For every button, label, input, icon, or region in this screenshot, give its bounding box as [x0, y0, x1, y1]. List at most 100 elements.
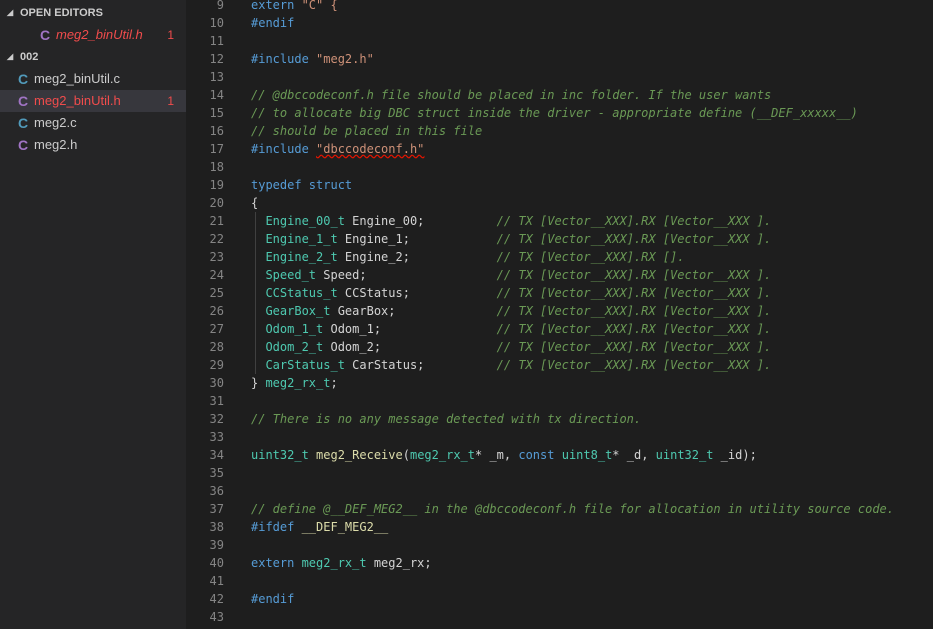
- c-file-icon: C: [18, 137, 29, 153]
- open-editor-item[interactable]: C meg2_binUtil.h 1: [0, 24, 186, 46]
- code-text: Engine_2_t Engine_2; // TX [Vector__XXX]…: [251, 248, 684, 266]
- line-number: 40: [209, 556, 224, 570]
- line-number: 17: [209, 142, 224, 156]
- code-text: Engine_00_t Engine_00; // TX [Vector__XX…: [251, 212, 771, 230]
- code-line[interactable]: 36: [186, 482, 933, 500]
- code-line[interactable]: 29 CarStatus_t CarStatus; // TX [Vector_…: [186, 356, 933, 374]
- line-number: 38: [209, 520, 224, 534]
- problem-count-badge: 1: [167, 94, 174, 108]
- file-item-selected[interactable]: C meg2_binUtil.h 1: [0, 90, 186, 112]
- file-name: meg2.c: [34, 115, 77, 130]
- code-line[interactable]: 25 CCStatus_t CCStatus; // TX [Vector__X…: [186, 284, 933, 302]
- code-text: // @dbccodeconf.h file should be placed …: [251, 86, 771, 104]
- code-line[interactable]: 41: [186, 572, 933, 590]
- open-editors-title: OPEN EDITORS: [20, 7, 103, 19]
- file-item[interactable]: C meg2.h: [0, 134, 186, 156]
- folder-header[interactable]: ◢ 002: [0, 46, 186, 68]
- code-text: #include "dbccodeconf.h": [251, 140, 424, 158]
- code-line[interactable]: 42 #endif: [186, 590, 933, 608]
- line-number: 42: [209, 592, 224, 606]
- code-token: // TX [Vector__XXX].RX [Vector__XXX ].: [496, 358, 772, 372]
- code-line[interactable]: 18: [186, 158, 933, 176]
- c-file-icon: C: [18, 93, 29, 109]
- code-token: }: [251, 376, 266, 390]
- code-token: Engine_2_t: [265, 250, 338, 264]
- code-token: CCStatus;: [337, 286, 497, 300]
- code-line[interactable]: 30} meg2_rx_t;: [186, 374, 933, 392]
- code-text: Odom_2_t Odom_2; // TX [Vector__XXX].RX …: [251, 338, 771, 356]
- code-line[interactable]: 12 #include "meg2.h": [186, 50, 933, 68]
- line-number: 12: [209, 52, 224, 66]
- code-line[interactable]: 28 Odom_2_t Odom_2; // TX [Vector__XXX].…: [186, 338, 933, 356]
- line-number: 32: [209, 412, 224, 426]
- code-token: Engine_00_t: [265, 214, 345, 228]
- line-number: 39: [209, 538, 224, 552]
- file-item[interactable]: C meg2_binUtil.c: [0, 68, 186, 90]
- code-line[interactable]: 13: [186, 68, 933, 86]
- code-line[interactable]: 10 #endif: [186, 14, 933, 32]
- code-line[interactable]: 35: [186, 464, 933, 482]
- line-number: 11: [209, 34, 224, 48]
- code-token: meg2_Receive: [316, 448, 403, 462]
- line-number: 10: [209, 16, 224, 30]
- code-line[interactable]: 9 extern "C" {: [186, 0, 933, 14]
- code-token: Speed;: [316, 268, 497, 282]
- code-token: meg2_rx;: [366, 556, 432, 570]
- collapse-triangle-icon[interactable]: ◢: [7, 2, 13, 24]
- code-line[interactable]: 15 // to allocate big DBC struct inside t…: [186, 104, 933, 122]
- line-number: 35: [209, 466, 224, 480]
- code-token: #include: [251, 52, 317, 66]
- code-text: extern meg2_rx_t meg2_rx;: [251, 554, 432, 572]
- code-text: // There is no any message detected with…: [251, 410, 641, 428]
- code-editor[interactable]: 9 extern "C" {10 #endif 11 12 #include "meg2.…: [186, 0, 933, 629]
- code-line[interactable]: 31: [186, 392, 933, 410]
- code-line[interactable]: 32 // There is no any message detected wi…: [186, 410, 933, 428]
- line-number: 13: [209, 70, 224, 84]
- code-line[interactable]: 24 Speed_t Speed; // TX [Vector__XXX].RX…: [186, 266, 933, 284]
- code-line[interactable]: 21 Engine_00_t Engine_00; // TX [Vector_…: [186, 212, 933, 230]
- code-line[interactable]: 40 extern meg2_rx_t meg2_rx;: [186, 554, 933, 572]
- code-text: Odom_1_t Odom_1; // TX [Vector__XXX].RX …: [251, 320, 771, 338]
- collapse-triangle-icon[interactable]: ◢: [7, 46, 13, 68]
- code-line[interactable]: 26 GearBox_t GearBox; // TX [Vector__XXX…: [186, 302, 933, 320]
- line-number: 30: [209, 376, 224, 390]
- code-line[interactable]: 16 // should be placed in this file: [186, 122, 933, 140]
- code-line[interactable]: 34 uint32_t meg2_Receive(meg2_rx_t* _m, c…: [186, 446, 933, 464]
- code-token: Engine_00;: [344, 214, 497, 228]
- code-text: typedef struct: [251, 176, 352, 194]
- open-editors-header[interactable]: ◢ OPEN EDITORS: [0, 2, 186, 24]
- code-line[interactable]: 23 Engine_2_t Engine_2; // TX [Vector__X…: [186, 248, 933, 266]
- code-line[interactable]: 17 #include "dbccodeconf.h": [186, 140, 933, 158]
- code-line[interactable]: 11: [186, 32, 933, 50]
- code-token: // TX [Vector__XXX].RX [Vector__XXX ].: [496, 286, 772, 300]
- line-number: 15: [209, 106, 224, 120]
- code-line[interactable]: 37 // define @__DEF_MEG2__ in the @dbccod…: [186, 500, 933, 518]
- code-line[interactable]: 14 // @dbccodeconf.h file should be place…: [186, 86, 933, 104]
- code-line[interactable]: 38 #ifdef __DEF_MEG2__: [186, 518, 933, 536]
- code-line[interactable]: 27 Odom_1_t Odom_1; // TX [Vector__XXX].…: [186, 320, 933, 338]
- code-line[interactable]: 22 Engine_1_t Engine_1; // TX [Vector__X…: [186, 230, 933, 248]
- code-token: extern: [251, 0, 302, 12]
- code-text: #endif: [251, 590, 294, 608]
- file-name: meg2_binUtil.h: [34, 93, 121, 108]
- code-token: GearBox;: [330, 304, 497, 318]
- code-token: #endif: [251, 16, 295, 30]
- code-token: _id);: [713, 448, 757, 462]
- code-line[interactable]: 39: [186, 536, 933, 554]
- code-text: Speed_t Speed; // TX [Vector__XXX].RX [V…: [251, 266, 771, 284]
- code-line[interactable]: 20 {: [186, 194, 933, 212]
- code-line[interactable]: 43: [186, 608, 933, 626]
- code-token: "dbccodeconf.h": [316, 142, 425, 156]
- code-line[interactable]: 33: [186, 428, 933, 446]
- file-item[interactable]: C meg2.c: [0, 112, 186, 134]
- code-token: meg2_rx_t: [409, 448, 475, 462]
- code-line[interactable]: 19 typedef struct: [186, 176, 933, 194]
- code-token: // TX [Vector__XXX].RX [Vector__XXX ].: [496, 322, 772, 336]
